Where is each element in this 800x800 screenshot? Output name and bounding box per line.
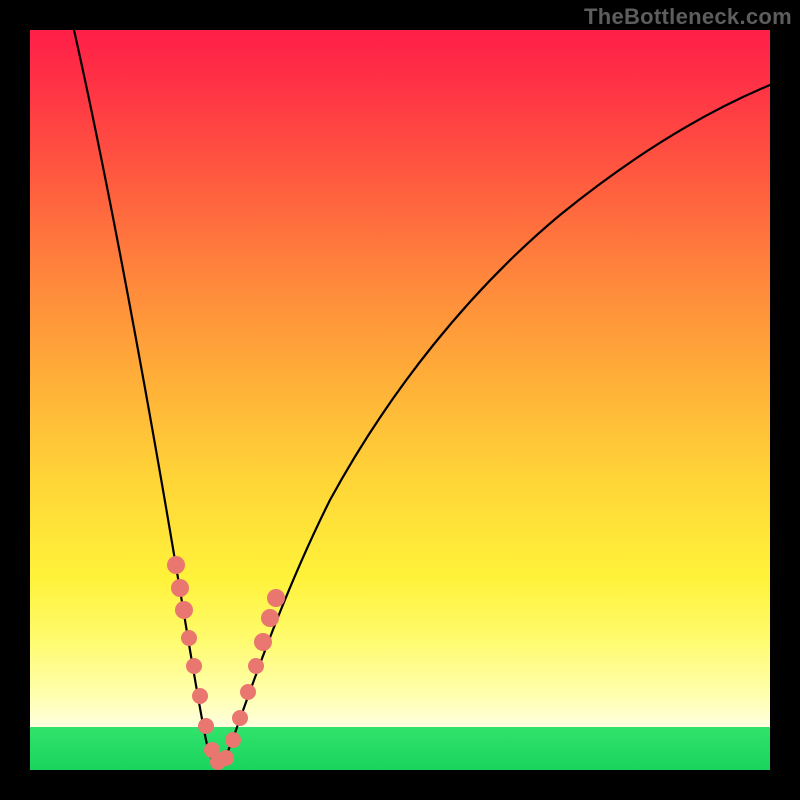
chart-frame: TheBottleneck.com xyxy=(0,0,800,800)
marker-dots xyxy=(167,556,285,770)
watermark-text: TheBottleneck.com xyxy=(584,4,792,30)
bottleneck-curve xyxy=(74,30,770,765)
curve-layer xyxy=(30,30,770,770)
